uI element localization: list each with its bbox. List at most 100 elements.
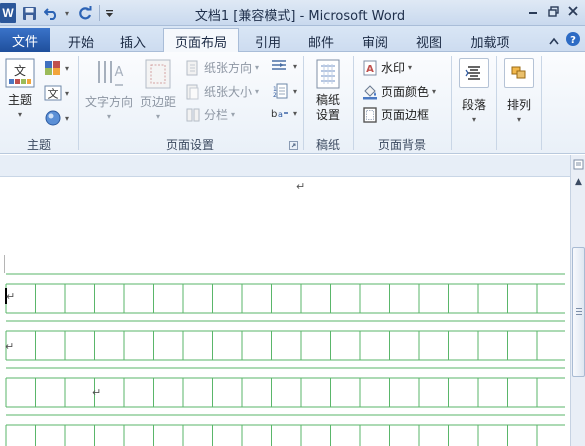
theme-colors-button[interactable]: ▾: [44, 60, 69, 76]
svg-text:2: 2: [273, 92, 277, 99]
watermark-button[interactable]: A 水印 ▾: [362, 59, 412, 76]
breaks-button[interactable]: ▾: [270, 59, 297, 73]
vertical-scrollbar[interactable]: ▲: [570, 155, 585, 446]
ribbon-panel: 文 主题 ▾ ▾ 文▾ ▾ 主题 A 文字方向 ▾ 页边距 ▾ 纸张方向▾: [0, 52, 585, 154]
paragraph-mark: ↵: [92, 386, 102, 399]
help-icon[interactable]: ?: [565, 31, 581, 50]
window-controls: [525, 3, 581, 19]
hyphenation-button[interactable]: b a ▾: [270, 106, 297, 121]
svg-text:文: 文: [48, 87, 59, 101]
tab-insert[interactable]: 插入: [110, 30, 156, 52]
size-button[interactable]: 纸张大小 ▾: [185, 83, 259, 100]
themes-icon: 文: [5, 58, 35, 88]
group-label-theme: 主题: [26, 138, 51, 152]
arrange-dropdown-icon: ▾: [516, 115, 521, 124]
svg-text:a: a: [278, 110, 283, 119]
group-separator: [541, 56, 542, 150]
page-color-button[interactable]: 页面颜色 ▾: [362, 83, 436, 100]
text-direction-button[interactable]: A 文字方向 ▾: [83, 58, 135, 121]
tab-view[interactable]: 视图: [406, 30, 452, 52]
svg-text:A: A: [115, 65, 124, 80]
tab-page-layout[interactable]: 页面布局: [163, 28, 239, 53]
text-direction-dropdown-icon: ▾: [106, 112, 111, 121]
ruler-toggle-icon[interactable]: [572, 157, 585, 171]
collapse-ribbon-icon[interactable]: [549, 34, 559, 48]
arrange-group-button[interactable]: 排列 ▾: [501, 58, 537, 124]
theme-effects-button[interactable]: ▾: [44, 110, 69, 126]
document-page[interactable]: ↵ ↵ ↵ ↵: [0, 177, 570, 446]
paragraph-group-button[interactable]: 段落 ▾: [456, 58, 492, 124]
title-bar: W ▾ 文档1 [兼容模式] - Microsoft Word: [0, 0, 585, 26]
svg-text:b: b: [271, 109, 277, 120]
text-direction-icon: A: [98, 61, 124, 86]
tab-file[interactable]: 文件: [0, 28, 50, 52]
hyphenation-icon: ba: [271, 109, 288, 120]
tab-references[interactable]: 引用: [246, 30, 290, 52]
columns-icon: [186, 108, 200, 121]
themes-button[interactable]: 文 主题 ▾: [3, 58, 37, 119]
tab-mailings[interactable]: 邮件: [298, 30, 344, 52]
manuscript-settings-label: 稿纸 设置: [315, 93, 340, 122]
themes-label: 主题: [7, 93, 32, 107]
svg-text:文: 文: [14, 63, 26, 78]
arrange-icon: [511, 66, 526, 79]
tab-add-ins[interactable]: 加载项: [460, 30, 520, 52]
group-separator: [496, 56, 497, 150]
restore-icon[interactable]: [545, 3, 561, 19]
paragraph-mark: ↵: [6, 290, 16, 303]
theme-fonts-icon: 文: [44, 85, 62, 101]
document-top-margin: [0, 155, 570, 177]
group-separator: [451, 56, 452, 150]
customize-qat-icon[interactable]: [103, 3, 115, 23]
tab-review[interactable]: 审阅: [352, 30, 398, 52]
theme-fonts-button[interactable]: 文 ▾: [44, 85, 69, 101]
orientation-label: 纸张方向: [204, 61, 253, 75]
margins-button[interactable]: 页边距 ▾: [137, 58, 179, 121]
columns-button[interactable]: 分栏 ▾: [185, 106, 235, 123]
paragraph-mark: ↵: [5, 340, 15, 353]
orientation-button[interactable]: 纸张方向 ▾: [185, 59, 259, 76]
size-label: 纸张大小: [204, 85, 253, 99]
quick-access-toolbar: W ▾: [0, 2, 115, 24]
undo-dropdown-icon[interactable]: ▾: [62, 3, 72, 23]
page-borders-label: 页面边框: [381, 108, 430, 122]
minimize-icon[interactable]: [525, 3, 541, 19]
tab-home[interactable]: 开始: [58, 30, 104, 52]
paint-bucket-icon: [363, 84, 377, 99]
word-app-icon[interactable]: W: [0, 3, 16, 23]
manuscript-grid: [5, 273, 565, 446]
margins-label: 页边距: [139, 95, 176, 109]
save-icon[interactable]: [19, 3, 39, 23]
manuscript-settings-button[interactable]: 稿纸 设置: [307, 58, 349, 123]
page-color-label: 页面颜色: [381, 85, 430, 99]
watermark-icon: A: [363, 60, 377, 75]
line-numbers-icon: 12: [273, 83, 288, 99]
columns-label: 分栏: [204, 108, 229, 122]
undo-icon[interactable]: [42, 3, 62, 23]
close-icon[interactable]: [565, 3, 581, 19]
margins-dropdown-icon: ▾: [155, 112, 160, 121]
group-label-manuscript: 稿纸: [315, 138, 340, 152]
group-label-page-setup: 页面设置: [165, 138, 214, 152]
svg-text:?: ?: [570, 35, 576, 46]
manuscript-paper-icon: [316, 59, 340, 89]
theme-colors-icon: [45, 61, 60, 75]
help-area: ?: [549, 31, 581, 50]
paragraph-dropdown-icon: ▾: [471, 115, 476, 124]
paper-size-icon: [186, 84, 199, 99]
breaks-icon: [272, 60, 286, 70]
scroll-up-icon[interactable]: ▲: [572, 175, 585, 189]
qat-separator: [99, 5, 100, 21]
page-setup-launcher-icon[interactable]: [289, 139, 298, 153]
window-title: 文档1 [兼容模式] - Microsoft Word: [194, 9, 406, 24]
scrollbar-thumb[interactable]: [572, 247, 585, 377]
line-numbers-button[interactable]: 1 2 ▾: [270, 83, 297, 99]
page-borders-button[interactable]: 页面边框: [362, 106, 429, 123]
text-direction-label: 文字方向: [84, 95, 133, 109]
theme-effects-icon: [45, 110, 61, 126]
margins-icon: [145, 59, 171, 89]
redo-icon[interactable]: [75, 3, 95, 23]
themes-dropdown-icon: ▾: [17, 110, 22, 119]
page-borders-icon: [363, 106, 377, 123]
paragraph-label: 段落: [461, 98, 486, 112]
